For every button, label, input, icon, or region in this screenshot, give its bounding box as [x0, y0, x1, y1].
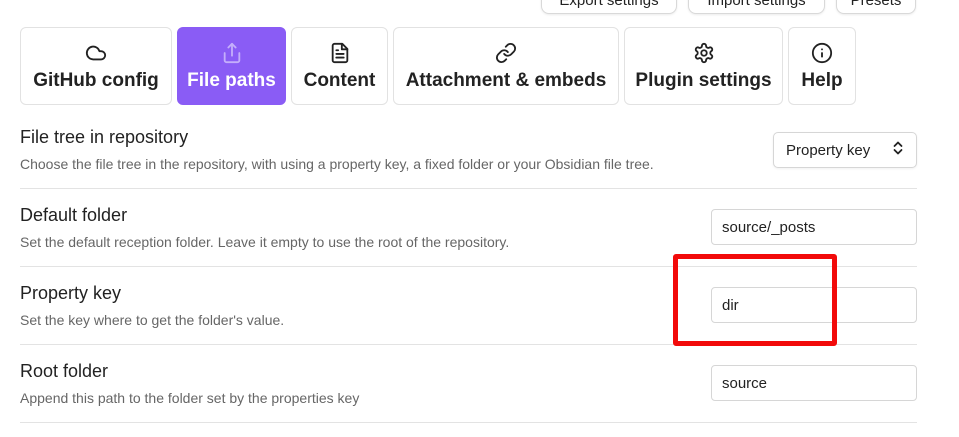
- setting-name: Default folder: [20, 205, 128, 225]
- default-folder-input[interactable]: [711, 209, 917, 245]
- import-settings-label: Import settings: [707, 0, 806, 9]
- chevron-up-down-icon: [892, 140, 904, 160]
- tab-content[interactable]: Content: [291, 27, 388, 105]
- tab-help[interactable]: Help: [788, 27, 856, 105]
- tab-label: Plugin settings: [635, 70, 772, 91]
- dropdown-selected-value: Property key: [786, 141, 871, 159]
- settings-page: Export settings Import settings Presets …: [0, 0, 959, 437]
- tab-label: Attachment & embeds: [405, 70, 607, 91]
- root-folder-input[interactable]: [711, 365, 917, 401]
- upload-icon: [221, 42, 243, 64]
- gear-icon: [693, 42, 715, 64]
- link-icon: [495, 42, 517, 64]
- setting-description: Append this path to the folder set by th…: [20, 390, 360, 406]
- tab-label: Help: [801, 70, 843, 91]
- presets-label: Presets: [850, 0, 902, 9]
- setting-description: Set the default reception folder. Leave …: [20, 234, 510, 250]
- import-settings-button[interactable]: Import settings: [688, 0, 825, 14]
- tab-plugin-settings[interactable]: Plugin settings: [624, 27, 783, 105]
- setting-name: Root folder: [20, 361, 109, 381]
- tab-github-config[interactable]: GitHub config: [20, 27, 172, 105]
- file-tree-dropdown[interactable]: Property key: [773, 132, 917, 168]
- cloud-icon: [85, 42, 107, 64]
- presets-button[interactable]: Presets: [836, 0, 916, 14]
- property-key-input[interactable]: [711, 287, 917, 323]
- tab-label: File paths: [187, 70, 276, 91]
- setting-name: Property key: [20, 283, 122, 303]
- setting-file-tree: File tree in repository Choose the file …: [20, 118, 917, 189]
- export-settings-button[interactable]: Export settings: [541, 0, 677, 14]
- file-text-icon: [329, 42, 351, 64]
- tab-file-paths[interactable]: File paths: [177, 27, 286, 105]
- setting-description: Set the key where to get the folder's va…: [20, 312, 285, 328]
- export-settings-label: Export settings: [559, 0, 659, 9]
- tab-label: GitHub config: [33, 70, 159, 91]
- setting-root-folder: Root folder Append this path to the fold…: [20, 345, 917, 423]
- setting-property-key: Property key Set the key where to get th…: [20, 267, 917, 345]
- tab-attachment-embeds[interactable]: Attachment & embeds: [393, 27, 619, 105]
- info-icon: [811, 42, 833, 64]
- setting-name: File tree in repository: [20, 127, 189, 147]
- setting-default-folder: Default folder Set the default reception…: [20, 189, 917, 267]
- setting-description: Choose the file tree in the repository, …: [20, 156, 654, 172]
- tab-label: Content: [303, 70, 376, 91]
